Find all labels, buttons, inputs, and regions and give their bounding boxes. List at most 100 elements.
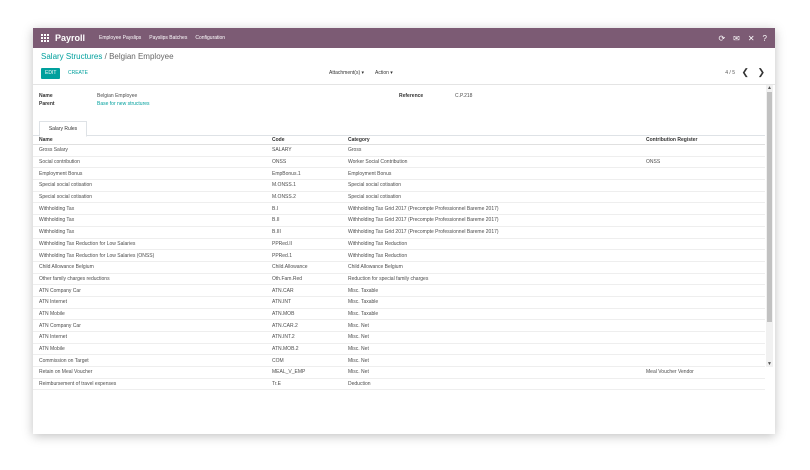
table-row[interactable]: Special social cotisation M.ONSS.2 Special… (33, 191, 765, 204)
cell-contribution-register (640, 378, 765, 391)
edit-button[interactable]: EDIT (41, 68, 61, 79)
refresh-icon[interactable]: ⟳ (718, 34, 725, 43)
cell-contribution-register (640, 319, 765, 332)
create-button[interactable]: CREATE (68, 68, 88, 79)
cell-name: Employment Bonus (33, 167, 266, 181)
cell-name: Special social cotisation (33, 179, 266, 192)
pager-value[interactable]: 4 / 5 (725, 68, 735, 79)
breadcrumb-separator: / (104, 52, 107, 61)
table-row[interactable]: Withholding Tax Reduction for Low Salari… (33, 238, 765, 251)
table-row[interactable]: ATN Company Car ATN.CAR.2 Misc. Net (33, 319, 765, 332)
cell-contribution-register (640, 331, 765, 344)
table-row[interactable]: Gross Salary SALARY Gross (33, 144, 765, 157)
cell-name: ATN Internet (33, 296, 266, 309)
table-row[interactable]: Special social cotisation M.ONSS.1 Special… (33, 179, 765, 192)
cell-name: Special social cotisation (33, 191, 266, 204)
pager-previous-icon[interactable]: ❮ (741, 66, 749, 79)
breadcrumb-current: Belgian Employee (109, 52, 174, 61)
cell-code: ATN.CAR (266, 284, 342, 297)
cell-category: Misc. Net (342, 331, 640, 344)
vertical-scrollbar[interactable]: ▲ ▼ (766, 85, 773, 367)
column-header-category[interactable]: Category (342, 135, 640, 145)
menu-configuration[interactable]: Configuration (195, 35, 225, 41)
table-row[interactable]: Withholding Tax B.III Withholding Tax Grid… (33, 226, 765, 239)
table-row[interactable]: Commission on Target COM Misc. Net (33, 354, 765, 368)
tab-salary-rules[interactable]: Salary Rules (39, 121, 87, 137)
table-row[interactable]: ATN Mobile ATN.MOB.2 Misc. Net (33, 343, 765, 356)
table-row[interactable]: ATN Company Car ATN.CAR Misc. Taxable (33, 284, 765, 297)
cell-contribution-register (640, 214, 765, 227)
table-row[interactable]: Withholding Tax B.II Withholding Tax Grid … (33, 214, 765, 227)
cell-category: Misc. Net (342, 354, 640, 368)
table-row[interactable]: ATN Mobile ATN.MOB Misc. Taxable (33, 308, 765, 321)
cell-contribution-register (640, 144, 765, 157)
cell-contribution-register (640, 273, 765, 286)
chat-icon[interactable]: ✉ (733, 34, 740, 43)
apps-grid-icon[interactable] (41, 34, 49, 42)
scroll-up-icon[interactable]: ▲ (766, 85, 773, 91)
table-row[interactable]: Other family charges reductions Oth.Fam.R… (33, 273, 765, 286)
breadcrumb: Salary Structures / Belgian Employee (41, 52, 174, 61)
top-navbar: Payroll Employee Payslips Payslips Batch… (33, 28, 775, 48)
column-header-contribution-register[interactable]: Contribution Register (640, 135, 765, 145)
cell-code: ATN.INT.2 (266, 331, 342, 344)
cell-code: B.II (266, 214, 342, 227)
cell-name: ATN Internet (33, 331, 266, 344)
table-row[interactable]: Withholding Tax Reduction for Low Salari… (33, 249, 765, 262)
parent-value-link[interactable]: Base for new structures (97, 101, 150, 107)
breadcrumb-parent[interactable]: Salary Structures (41, 52, 102, 61)
attachments-dropdown[interactable]: Attachment(s) ▾ (329, 68, 364, 79)
table-row[interactable]: ATN Internet ATN.INT Misc. Taxable (33, 296, 765, 309)
cell-code: MEAL_V_EMP (266, 366, 342, 379)
cell-name: Commission on Target (33, 354, 266, 368)
cell-contribution-register (640, 167, 765, 181)
cell-category: Misc. Net (342, 366, 640, 379)
cell-contribution-register: ONSS (640, 156, 765, 169)
reference-label: Reference (399, 93, 424, 99)
cell-name: ATN Company Car (33, 319, 266, 332)
cell-name: Gross Salary (33, 144, 266, 157)
name-field: Name (39, 93, 53, 99)
cell-name: Social contribution (33, 156, 266, 169)
table-row[interactable]: ATN Internet ATN.INT.2 Misc. Net (33, 331, 765, 344)
cell-code: ONSS (266, 156, 342, 169)
table-row[interactable]: Child Allowance Belgium Child.Allowance Ch… (33, 261, 765, 274)
table-row[interactable]: Withholding Tax B.I Withholding Tax Grid 2… (33, 202, 765, 216)
table-body: Gross Salary SALARY Gross Social contributi… (33, 144, 765, 391)
reference-field: Reference (399, 93, 423, 99)
cell-category: Reduction for special family charges (342, 273, 640, 286)
column-header-code[interactable]: Code (266, 135, 342, 145)
cell-contribution-register (640, 226, 765, 239)
table-row[interactable]: Employment Bonus EmpBonus.1 Employment Bon… (33, 167, 765, 181)
cell-name: Withholding Tax (33, 202, 266, 216)
cell-contribution-register (640, 191, 765, 204)
cell-code: M.ONSS.1 (266, 179, 342, 192)
salary-rules-table: Name Code Category Contribution Register… (33, 135, 765, 391)
scroll-down-icon[interactable]: ▼ (766, 361, 773, 367)
cell-code: ATN.MOB.2 (266, 343, 342, 356)
table-row[interactable]: Reimbursement of travel expenses Tr.E Dedu… (33, 378, 765, 391)
cell-name: Retain on Meal Voucher (33, 366, 266, 379)
table-row[interactable]: Social contribution ONSS Worker Social Con… (33, 156, 765, 169)
cell-name: Withholding Tax (33, 226, 266, 239)
cell-contribution-register (640, 343, 765, 356)
cell-contribution-register (640, 354, 765, 368)
systray: ⟳ ✉ ✕ ? (718, 28, 767, 48)
menu-payslips-batches[interactable]: Payslips Batches (149, 35, 187, 41)
name-value-wrap: Belgian Employee (97, 93, 137, 99)
cell-name: Child Allowance Belgium (33, 261, 266, 274)
help-icon[interactable]: ? (763, 34, 767, 43)
cell-category: Misc. Taxable (342, 308, 640, 321)
table-row[interactable]: Retain on Meal Voucher MEAL_V_EMP Misc. Ne… (33, 366, 765, 379)
cell-name: Withholding Tax Reduction for Low Salari… (33, 238, 266, 251)
pager-next-icon[interactable]: ❯ (757, 66, 765, 79)
cell-code: M.ONSS.2 (266, 191, 342, 204)
action-dropdown[interactable]: Action ▾ (375, 68, 393, 79)
menu-employee-payslips[interactable]: Employee Payslips (99, 35, 141, 41)
cell-code: B.I (266, 202, 342, 216)
cell-contribution-register (640, 284, 765, 297)
cell-name: ATN Company Car (33, 284, 266, 297)
scrollbar-thumb[interactable] (767, 92, 772, 322)
cell-code: SALARY (266, 144, 342, 157)
close-icon[interactable]: ✕ (748, 34, 755, 43)
